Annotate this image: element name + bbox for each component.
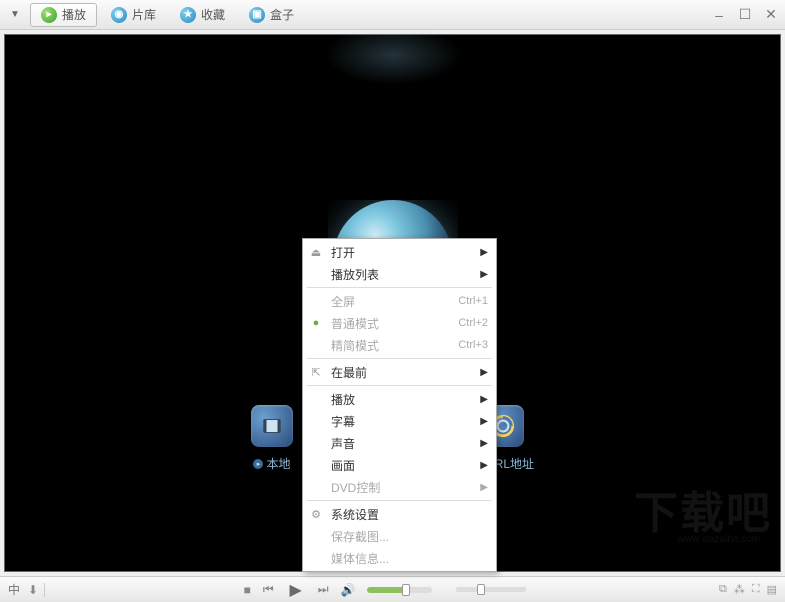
menu-item-保存截图...: 保存截图... — [303, 525, 496, 547]
menu-shortcut: Ctrl+3 — [458, 339, 488, 351]
menu-separator — [307, 358, 492, 359]
menu-item-label: 声音 — [331, 435, 355, 452]
earth-glow — [313, 20, 473, 90]
watermark-url: www.xiazaiba.com — [678, 534, 760, 545]
menu-item-媒体信息...: 媒体信息... — [303, 547, 496, 569]
tab-play[interactable]: ▸ 播放 — [30, 3, 97, 27]
separator — [44, 583, 45, 597]
quicklink-label: 本地 — [266, 455, 290, 472]
menu-item-播放[interactable]: 播放 ▶ — [303, 388, 496, 410]
box-icon: ▣ — [249, 7, 265, 23]
stop-button[interactable]: ■ — [244, 583, 251, 597]
menu-item-在最前[interactable]: ⇱ 在最前 ▶ — [303, 361, 496, 383]
submenu-arrow-icon: ▶ — [480, 460, 488, 471]
menu-item-普通模式: ● 普通模式 Ctrl+2 — [303, 312, 496, 334]
bottom-bar: 中 ⬇ ■ ⏮ ▶ ⏭ 🔊 ⧉ ⁂ ⛶ ▤ — [0, 576, 785, 602]
playback-controls: ■ ⏮ ▶ ⏭ 🔊 — [244, 580, 527, 600]
menu-item-播放列表[interactable]: 播放列表 ▶ — [303, 263, 496, 285]
video-area[interactable]: ▸本地 ▸URL地址 下载吧 www.xiazaiba.com ⏏打开▶播放列表… — [4, 34, 781, 572]
pin-icon: ⇱ — [309, 365, 323, 379]
gear-icon: ⚙ — [309, 507, 323, 521]
submenu-arrow-icon: ▶ — [480, 269, 488, 280]
context-menu: ⏏ 打开 ▶ 播放列表 ▶ 全屏 Ctrl+1 ● 普通模式 Ctrl+2 精简模式 Ctrl+3 ⇱ 在… — [302, 238, 497, 572]
earth-logo — [328, 200, 458, 240]
progress-thumb[interactable] — [477, 584, 485, 595]
library-icon: ◉ — [111, 7, 127, 23]
menu-item-声音[interactable]: 声音 ▶ — [303, 432, 496, 454]
download-indicator[interactable]: ⬇ — [28, 583, 38, 597]
menu-shortcut: Ctrl+1 — [458, 295, 488, 307]
menu-shortcut: Ctrl+2 — [458, 317, 488, 329]
quicklink-local[interactable]: ▸本地 — [251, 405, 293, 472]
tab-label: 收藏 — [201, 6, 225, 23]
submenu-arrow-icon: ▶ — [480, 247, 488, 258]
volume-thumb[interactable] — [402, 584, 410, 596]
next-button[interactable]: ⏭ — [318, 582, 329, 597]
bottom-right: ⧉ ⁂ ⛶ ▤ — [719, 583, 777, 596]
menu-item-label: 画面 — [331, 457, 355, 474]
volume-icon[interactable]: 🔊 — [341, 583, 356, 597]
menu-separator — [307, 385, 492, 386]
menu-item-label: DVD控制 — [331, 479, 380, 496]
prev-button[interactable]: ⏮ — [263, 582, 274, 597]
bottom-left: 中 ⬇ — [8, 581, 38, 598]
eject-icon: ⏏ — [309, 245, 323, 259]
menu-item-label: 播放列表 — [331, 266, 379, 283]
play-button[interactable]: ▶ — [286, 580, 306, 600]
menu-item-label: 打开 — [331, 244, 355, 261]
menu-item-label: 精简模式 — [331, 337, 379, 354]
tab-box[interactable]: ▣ 盒子 — [239, 3, 304, 27]
menu-separator — [307, 287, 492, 288]
submenu-arrow-icon: ▶ — [480, 416, 488, 427]
maximize-button[interactable]: ☐ — [737, 7, 753, 23]
menu-item-label: 保存截图... — [331, 528, 389, 545]
submenu-arrow-icon: ▶ — [480, 367, 488, 378]
tab-label: 播放 — [62, 6, 86, 23]
minimize-button[interactable]: – — [711, 7, 727, 23]
menu-item-精简模式: 精简模式 Ctrl+3 — [303, 334, 496, 356]
progress-slider[interactable] — [456, 587, 526, 592]
menu-item-画面[interactable]: 画面 ▶ — [303, 454, 496, 476]
submenu-arrow-icon: ▶ — [480, 394, 488, 405]
menu-separator — [307, 500, 492, 501]
tab-library[interactable]: ◉ 片库 — [101, 3, 166, 27]
tab-label: 片库 — [132, 6, 156, 23]
playlist-icon[interactable]: ▤ — [767, 583, 777, 596]
menu-item-label: 播放 — [331, 391, 355, 408]
tab-label: 盒子 — [270, 6, 294, 23]
menu-item-label: 普通模式 — [331, 315, 379, 332]
film-icon — [251, 405, 293, 447]
window-controls: – ☐ ✕ — [711, 7, 779, 23]
menu-item-打开[interactable]: ⏏ 打开 ▶ — [303, 241, 496, 263]
menu-item-DVD控制: DVD控制 ▶ — [303, 476, 496, 498]
app-menu-dropdown[interactable]: ▼ — [6, 6, 24, 24]
menu-item-label: 全屏 — [331, 293, 355, 310]
effects-icon[interactable]: ⁂ — [734, 583, 745, 596]
menu-item-系统设置[interactable]: ⚙ 系统设置 — [303, 503, 496, 525]
menu-item-全屏: 全屏 Ctrl+1 — [303, 290, 496, 312]
menu-item-label: 系统设置 — [331, 506, 379, 523]
menu-item-label: 在最前 — [331, 364, 367, 381]
open-file-icon[interactable]: ⧉ — [719, 583, 727, 596]
tab-favorites[interactable]: ★ 收藏 — [170, 3, 235, 27]
dot-green-icon: ● — [309, 316, 323, 330]
close-button[interactable]: ✕ — [763, 7, 779, 23]
volume-slider[interactable] — [367, 587, 432, 593]
menu-item-label: 媒体信息... — [331, 550, 389, 567]
fullscreen-icon[interactable]: ⛶ — [752, 583, 760, 596]
submenu-arrow-icon: ▶ — [480, 482, 488, 493]
submenu-arrow-icon: ▶ — [480, 438, 488, 449]
watermark-text: 下载吧 — [634, 477, 772, 541]
menu-item-label: 字幕 — [331, 413, 355, 430]
star-icon: ★ — [180, 7, 196, 23]
language-indicator[interactable]: 中 — [8, 581, 20, 598]
play-icon: ▸ — [41, 7, 57, 23]
play-dot-icon: ▸ — [253, 459, 263, 469]
menu-item-字幕[interactable]: 字幕 ▶ — [303, 410, 496, 432]
